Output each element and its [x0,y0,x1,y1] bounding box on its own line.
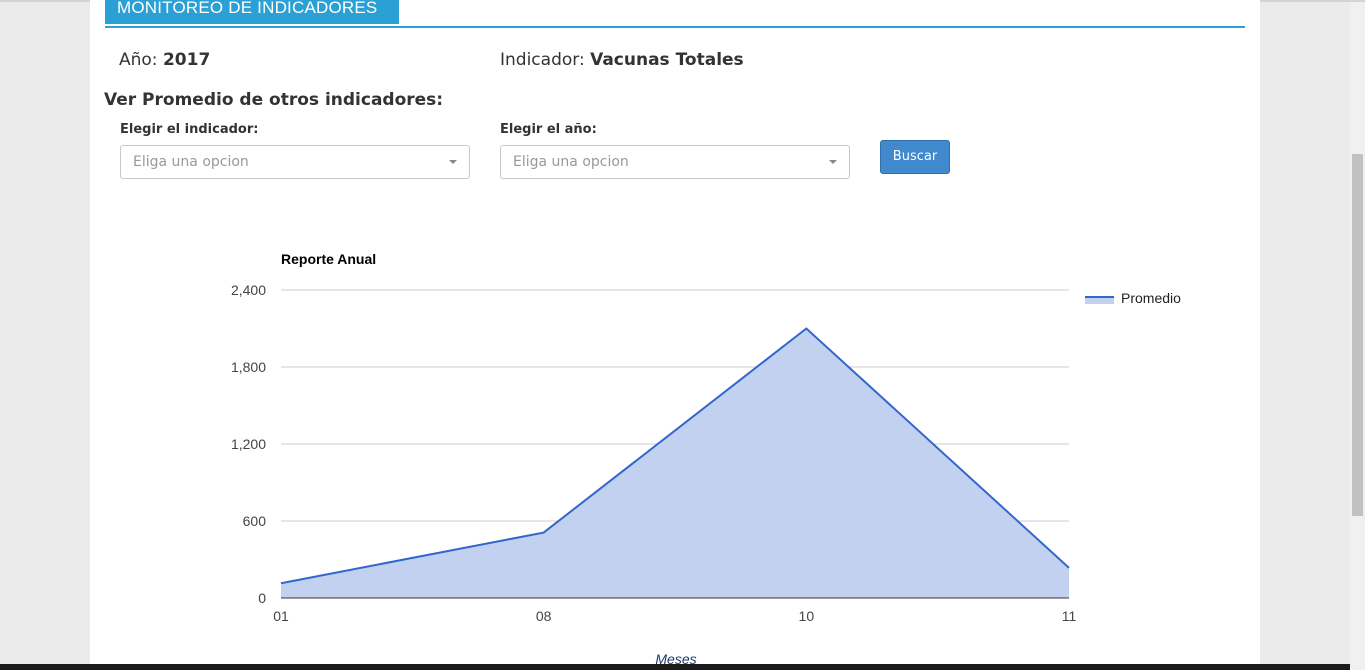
legend-label: Promedio [1121,290,1181,306]
y-tick-label: 1,800 [231,359,266,375]
y-tick-label: 1,200 [231,436,266,452]
x-tick-label: 01 [273,608,289,624]
chart-title: Reporte Anual [281,251,376,267]
y-tick-label: 600 [243,513,267,529]
x-tick-label: 08 [536,608,552,624]
scrollbar-thumb[interactable] [1352,154,1363,516]
x-tick-label: 11 [1062,608,1077,624]
y-tick-label: 0 [258,590,266,606]
y-tick-labels: 0 600 1,200 1,800 2,400 [231,282,266,606]
x-tick-labels: 01 08 10 11 [273,608,1076,624]
series-area-fill [281,328,1069,598]
x-tick-label: 10 [799,608,815,624]
y-tick-label: 2,400 [231,282,266,298]
annual-report-chart: 0 600 1,200 1,800 2,400 01 08 10 11 Reporte Anu… [231,251,1181,667]
taskbar-strip [0,664,1350,670]
chart-legend: Promedio [1085,290,1181,306]
vertical-scrollbar[interactable] [1350,2,1365,670]
